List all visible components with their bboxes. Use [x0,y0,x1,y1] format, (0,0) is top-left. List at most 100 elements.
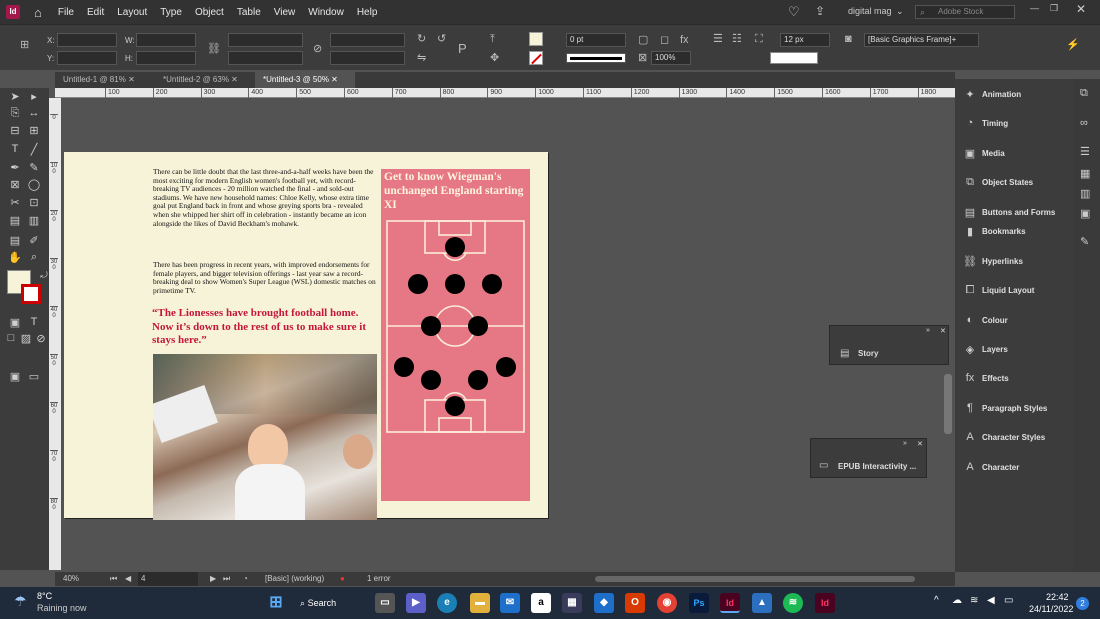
panel-character[interactable]: A Character [963,457,1071,477]
x-field[interactable] [57,33,117,47]
workspace-switcher[interactable]: digital mag [848,6,892,16]
prev-page-icon[interactable]: ◀ [125,572,131,586]
horizontal-scrollbar[interactable] [595,576,915,582]
body-text-paragraph-2[interactable]: There has been progress in recent years,… [153,260,377,295]
indesign-secondary-icon[interactable]: Id [815,593,835,613]
scissors-tool-icon[interactable]: ✂ [8,196,22,209]
next-page-icon[interactable]: ▶ [210,572,216,586]
restore-button[interactable]: ❐ [1050,3,1058,14]
preview-mode-icon[interactable]: ▭ [27,370,41,383]
pencil-tool-icon[interactable]: ✎ [27,161,41,174]
stroke-color-swatch[interactable] [21,284,41,304]
share-icon[interactable]: ⇪ [815,4,825,18]
swap-colors-icon[interactable]: ⤾ [37,270,51,281]
rotate-field[interactable] [330,33,405,47]
menu-view[interactable]: View [274,7,296,18]
gradient-swatch-tool-icon[interactable]: ▤ [8,214,22,227]
menu-table[interactable]: Table [237,7,261,18]
selection-tool-icon[interactable]: ➤ [8,90,22,103]
constrain-proportions-icon[interactable]: ⛓ [207,43,221,55]
scale-y-field[interactable] [228,51,303,65]
lightning-icon[interactable]: ⚡ [1066,39,1080,51]
page-number-field[interactable]: 4 [138,572,198,586]
y-field[interactable] [57,51,117,65]
minimize-button[interactable]: — [1030,3,1039,13]
close-icon[interactable]: ✕ [231,75,238,84]
close-button[interactable]: ✕ [1076,2,1086,16]
pen-tool-icon[interactable]: ✒ [8,161,22,174]
store-icon[interactable]: ▦ [562,593,582,613]
last-page-icon[interactable]: ⏭ [223,572,230,586]
lionesses-celebration-photo[interactable] [153,354,377,520]
flip-horizontal-icon[interactable]: ⇋ [417,52,426,64]
line-tool-icon[interactable]: ╱ [27,143,41,156]
panel-colour[interactable]: ◐ Colour [963,310,1071,330]
story-label[interactable]: Story [858,349,878,358]
width-field[interactable] [136,33,196,47]
volume-icon[interactable]: ◀ [987,595,995,606]
clock-date[interactable]: 24/11/2022 [1029,604,1073,614]
document-page[interactable]: There can be little doubt that the last … [64,152,548,520]
panel-layers[interactable]: ◈ Layers [963,339,1071,359]
photos-icon[interactable]: ▲ [752,593,772,613]
task-view-icon[interactable]: ▭ [375,593,395,613]
stroke-style-preview[interactable] [770,52,818,64]
fx-icon[interactable]: fx [680,34,689,46]
frame-fitting-icon[interactable]: ⛶ [755,33,763,45]
epub-label[interactable]: EPUB Interactivity ... [838,462,916,471]
apply-color-icon[interactable]: □ [4,332,18,344]
gradient-icon[interactable]: ▥ [1080,187,1090,200]
cc-libraries-icon[interactable]: ▣ [1080,207,1090,220]
close-icon[interactable]: ✕ [331,75,338,84]
body-text-paragraph-1[interactable]: There can be little doubt that the last … [153,167,377,228]
stroke-type-select[interactable] [566,53,626,63]
content-collector-icon[interactable]: ⊟ [8,124,22,137]
panel-animation[interactable]: ✦ Animation [963,84,1071,104]
pages-icon[interactable]: ⧉ [1080,87,1088,100]
home-icon[interactable]: ⌂ [34,5,42,20]
reference-point-icon[interactable]: ⊞ [20,39,29,51]
clock-time[interactable]: 22:42 [1046,592,1069,602]
hand-tool-icon[interactable]: ✋ [8,251,22,264]
direct-selection-tool-icon[interactable]: ▸ [27,90,41,103]
panel-character-styles[interactable]: A Character Styles [963,427,1071,447]
pull-quote[interactable]: “The Lionesses have brought football hom… [152,307,366,348]
select-container-icon[interactable]: ⤒ [490,33,495,45]
cloud-icon[interactable]: ☁ [952,595,962,606]
zoom-level[interactable]: 40% [63,572,79,586]
menu-window[interactable]: Window [308,7,344,18]
gap-tool-icon[interactable]: ↔ [27,107,41,119]
panel-liquid-layout[interactable]: ⧠ Liquid Layout [963,280,1071,300]
mail-icon[interactable]: ✉ [500,593,520,613]
swatches-icon[interactable]: ▦ [1080,167,1090,180]
stroke-swatch[interactable] [529,51,543,65]
teams-icon[interactable]: ▶ [406,593,426,613]
collapse-icon[interactable]: » [926,327,930,334]
corner-icon[interactable]: ▢ [638,34,648,46]
close-icon[interactable]: ✕ [128,75,135,84]
ellipse-tool-icon[interactable]: ◯ [27,178,41,191]
menu-object[interactable]: Object [195,7,224,18]
file-explorer-icon[interactable]: ▬ [470,593,490,613]
vertical-scrollbar[interactable] [944,374,952,434]
panel-object-states[interactable]: ⧉ Object States [963,172,1071,192]
text-wrap-icon[interactable]: ☷ [732,33,742,45]
panel-timing[interactable]: ◔ Timing [963,113,1071,133]
panel-effects[interactable]: fx Effects [963,368,1071,388]
formatting-container-icon[interactable]: ▣ [8,316,22,329]
tab-untitled-1[interactable]: Untitled-1 @ 81% ✕ [55,72,155,88]
wifi-icon[interactable]: ≋ [970,595,978,606]
dropbox-icon[interactable]: ◆ [594,593,614,613]
rectangle-frame-tool-icon[interactable]: ⊠ [8,178,22,191]
windows-start-icon[interactable]: ⊞ [266,593,286,613]
stroke-icon[interactable]: ☰ [1080,145,1090,158]
align-icon[interactable]: ☰ [713,33,723,45]
preflight-profile[interactable]: [Basic] (working) [265,572,324,586]
shadow-icon[interactable]: ◻ [660,34,669,46]
opacity-field[interactable]: 100% [651,51,691,65]
indesign-taskbar-icon[interactable]: Id [720,593,740,613]
chevron-down-icon[interactable]: ⌄ [896,6,904,17]
scale-lock-icon[interactable]: ⊘ [313,43,322,55]
menu-layout[interactable]: Layout [117,7,147,18]
temperature[interactable]: 8°C [37,591,52,601]
